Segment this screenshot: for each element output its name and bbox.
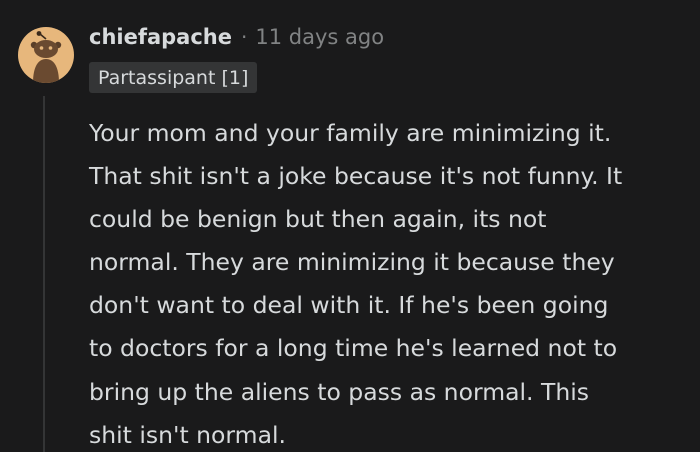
user-avatar[interactable]	[18, 27, 74, 83]
thread-line[interactable]	[43, 96, 45, 452]
username[interactable]: chiefapache	[89, 25, 232, 49]
comment-body-line: bring up the aliens to pass as normal. T…	[89, 377, 589, 406]
comment-body-line: Your mom and your family are minimizing …	[89, 119, 612, 147]
comment-body-line: don't want to deal with it. If he's been…	[89, 291, 609, 320]
separator-dot: ·	[241, 25, 248, 49]
snoo-avatar-icon	[30, 31, 62, 83]
comment-body: Your mom and your family are minimizing …	[89, 112, 689, 452]
comment-meta: chiefapache · 11 days ago	[89, 22, 384, 52]
comment-body-line: That shit isn't a joke because it's not …	[89, 162, 623, 191]
comment-body-line: could be benign but then again, its not	[89, 205, 547, 234]
timestamp[interactable]: 11 days ago	[255, 25, 384, 49]
comment-body-line: to doctors for a long time he's learned …	[89, 334, 618, 363]
user-flair: Partassipant [1]	[89, 62, 258, 93]
comment-body-line: normal. They are minimizing it because t…	[89, 248, 615, 277]
comment-body-line: shit isn't normal.	[89, 420, 286, 449]
comment: chiefapache · 11 days ago Partassipant […	[0, 0, 700, 452]
